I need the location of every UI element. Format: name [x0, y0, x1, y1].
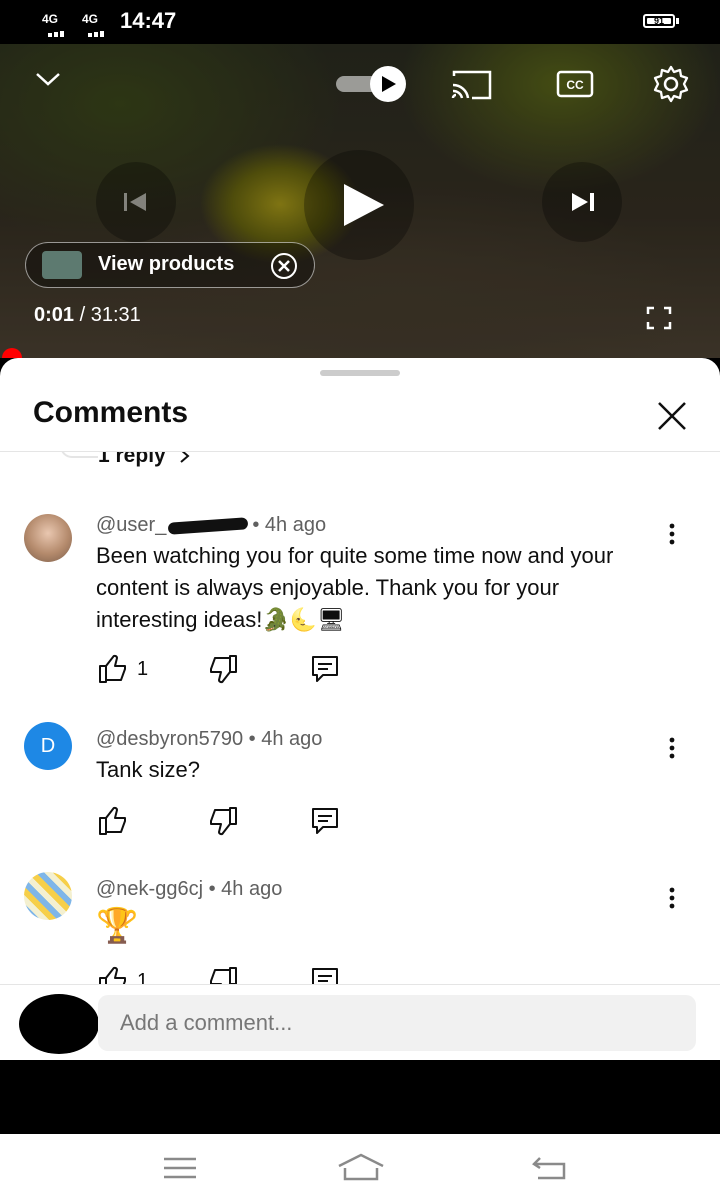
time-total: 31:31 [90, 304, 141, 326]
comment-text: Tank size? [96, 757, 200, 782]
signal-bars-2-icon [88, 24, 110, 37]
comment-time: • 4h ago [252, 514, 327, 536]
status-bar: 4G 4G 14:47 91 [0, 0, 720, 44]
battery-icon: 91 [643, 14, 675, 28]
comment-time: • 4h ago [208, 878, 283, 900]
product-thumbnail [42, 251, 82, 279]
dislike-icon[interactable] [206, 964, 240, 984]
reply-icon[interactable] [308, 804, 342, 838]
time-current: 0:01 [34, 304, 75, 326]
menu-icon[interactable] [162, 1156, 198, 1185]
home-icon[interactable] [336, 1152, 386, 1187]
next-icon [570, 190, 598, 219]
drag-handle[interactable] [320, 370, 400, 376]
comments-list[interactable]: 1 reply @user_ • 4h ago Been watching you… [0, 452, 720, 984]
like-count: 1 [137, 970, 149, 984]
close-chip-icon[interactable] [270, 252, 298, 285]
svg-text:CC: CC [566, 78, 584, 92]
comment-author[interactable]: @desbyron5790 [96, 728, 243, 750]
more-options-icon[interactable] [662, 886, 682, 910]
like-icon[interactable] [96, 964, 130, 984]
chevron-right-icon [172, 452, 192, 467]
avatar[interactable] [24, 872, 72, 920]
battery-level: 91 [647, 17, 671, 26]
play-icon [342, 182, 386, 233]
system-nav-bar [0, 1134, 720, 1200]
comment-author[interactable]: @nek-gg6cj [96, 878, 203, 900]
close-icon[interactable] [652, 396, 692, 436]
comments-title: Comments [33, 396, 189, 429]
play-button[interactable] [304, 150, 414, 260]
autoplay-toggle-icon[interactable] [336, 66, 410, 102]
battery-nub [676, 18, 679, 24]
comment-author-line: @desbyron5790 • 4h ago [96, 728, 322, 751]
my-avatar [19, 994, 99, 1054]
settings-gear-icon[interactable] [651, 64, 691, 104]
signal-bars-1-icon [48, 24, 70, 37]
comment-author-line: @nek-gg6cj • 4h ago [96, 878, 282, 901]
video-player[interactable]: CC View products 0:01 / 31:31 [0, 44, 720, 358]
avatar[interactable] [24, 514, 72, 562]
time-separator: / [79, 304, 86, 326]
avatar[interactable]: D [24, 722, 72, 770]
comments-sheet: Comments 1 reply @user_ • 4h ago Been wat… [0, 358, 720, 1060]
captions-icon[interactable]: CC [556, 70, 594, 98]
more-options-icon[interactable] [662, 522, 682, 546]
dislike-icon[interactable] [206, 804, 240, 838]
view-products-label: View products [98, 253, 235, 275]
previous-button[interactable] [96, 162, 176, 242]
replies-link[interactable]: 1 reply [98, 452, 192, 468]
like-icon[interactable] [96, 652, 130, 686]
cast-icon[interactable] [450, 70, 494, 100]
like-icon[interactable] [96, 804, 130, 838]
reply-icon[interactable] [308, 964, 342, 984]
comment-author-line: @user_ • 4h ago [96, 514, 326, 537]
collapse-chevron-icon[interactable] [34, 68, 62, 88]
status-clock: 14:47 [120, 8, 177, 33]
comment-text: 🏆 [96, 907, 139, 945]
more-options-icon[interactable] [662, 736, 682, 760]
redaction-scribble [168, 516, 249, 535]
comment-author[interactable]: @user_ [96, 514, 166, 536]
fullscreen-icon[interactable] [646, 306, 672, 330]
view-products-chip[interactable]: View products [25, 242, 315, 288]
previous-icon [122, 190, 150, 219]
composer-divider [0, 984, 720, 985]
spacer-band [0, 1060, 720, 1134]
next-button[interactable] [542, 162, 622, 242]
dislike-icon[interactable] [206, 652, 240, 686]
reply-icon[interactable] [308, 652, 342, 686]
replies-link-label: 1 reply [98, 452, 166, 467]
comment-time: • 4h ago [248, 728, 323, 750]
add-comment-input[interactable] [98, 995, 696, 1051]
time-display: 0:01 / 31:31 [34, 304, 141, 327]
comment-text: Been watching you for quite some time no… [96, 543, 614, 632]
back-icon[interactable] [530, 1154, 570, 1187]
like-count: 1 [137, 658, 149, 680]
reply-thread-line [60, 452, 98, 458]
